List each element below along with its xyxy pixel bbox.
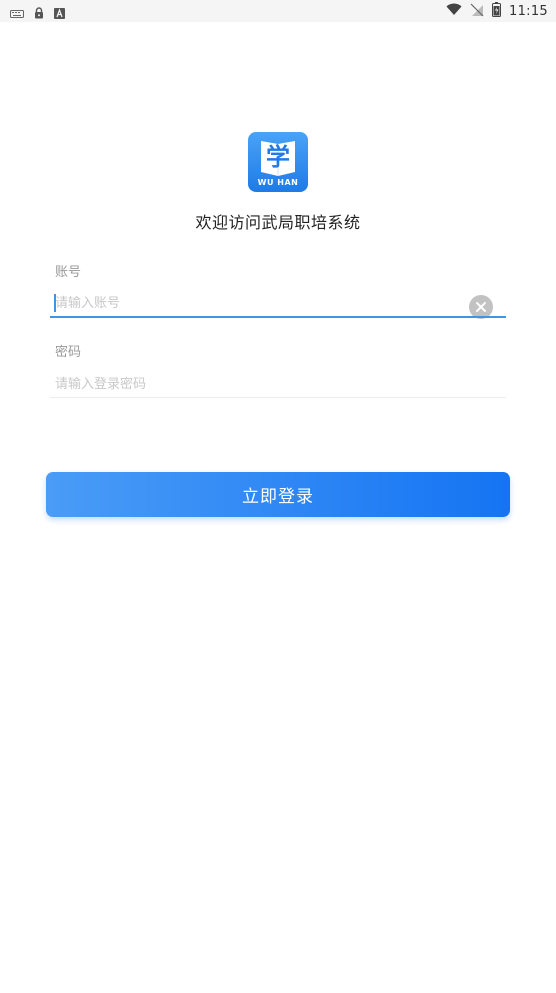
account-input[interactable] (50, 288, 511, 318)
password-input[interactable] (50, 369, 511, 399)
account-label: 账号 (55, 265, 82, 280)
a-icon (54, 4, 65, 23)
lock-icon (34, 4, 44, 23)
app-logo: 学 WU HAN (248, 132, 308, 192)
status-time: 11:15 (509, 4, 548, 19)
no-sim-icon (470, 3, 484, 21)
text-cursor (54, 294, 56, 312)
status-bar-right: 11:15 (446, 2, 548, 21)
login-button[interactable]: 立即登录 (46, 472, 510, 517)
account-underline (50, 316, 506, 318)
keyboard-icon (10, 4, 24, 23)
login-screen: 11:15 学 WU HAN 欢迎访问武局职培系统 账号 密码 立即登录 (0, 0, 556, 993)
welcome-title: 欢迎访问武局职培系统 (195, 213, 361, 232)
status-bar-left (10, 4, 65, 23)
password-label: 密码 (55, 345, 82, 360)
battery-icon (492, 2, 502, 21)
logo-glyph: 学 (266, 143, 290, 171)
logo-caption: WU HAN (257, 178, 299, 187)
status-bar: 11:15 (0, 0, 556, 22)
wifi-icon (446, 3, 462, 20)
password-underline (50, 397, 506, 398)
